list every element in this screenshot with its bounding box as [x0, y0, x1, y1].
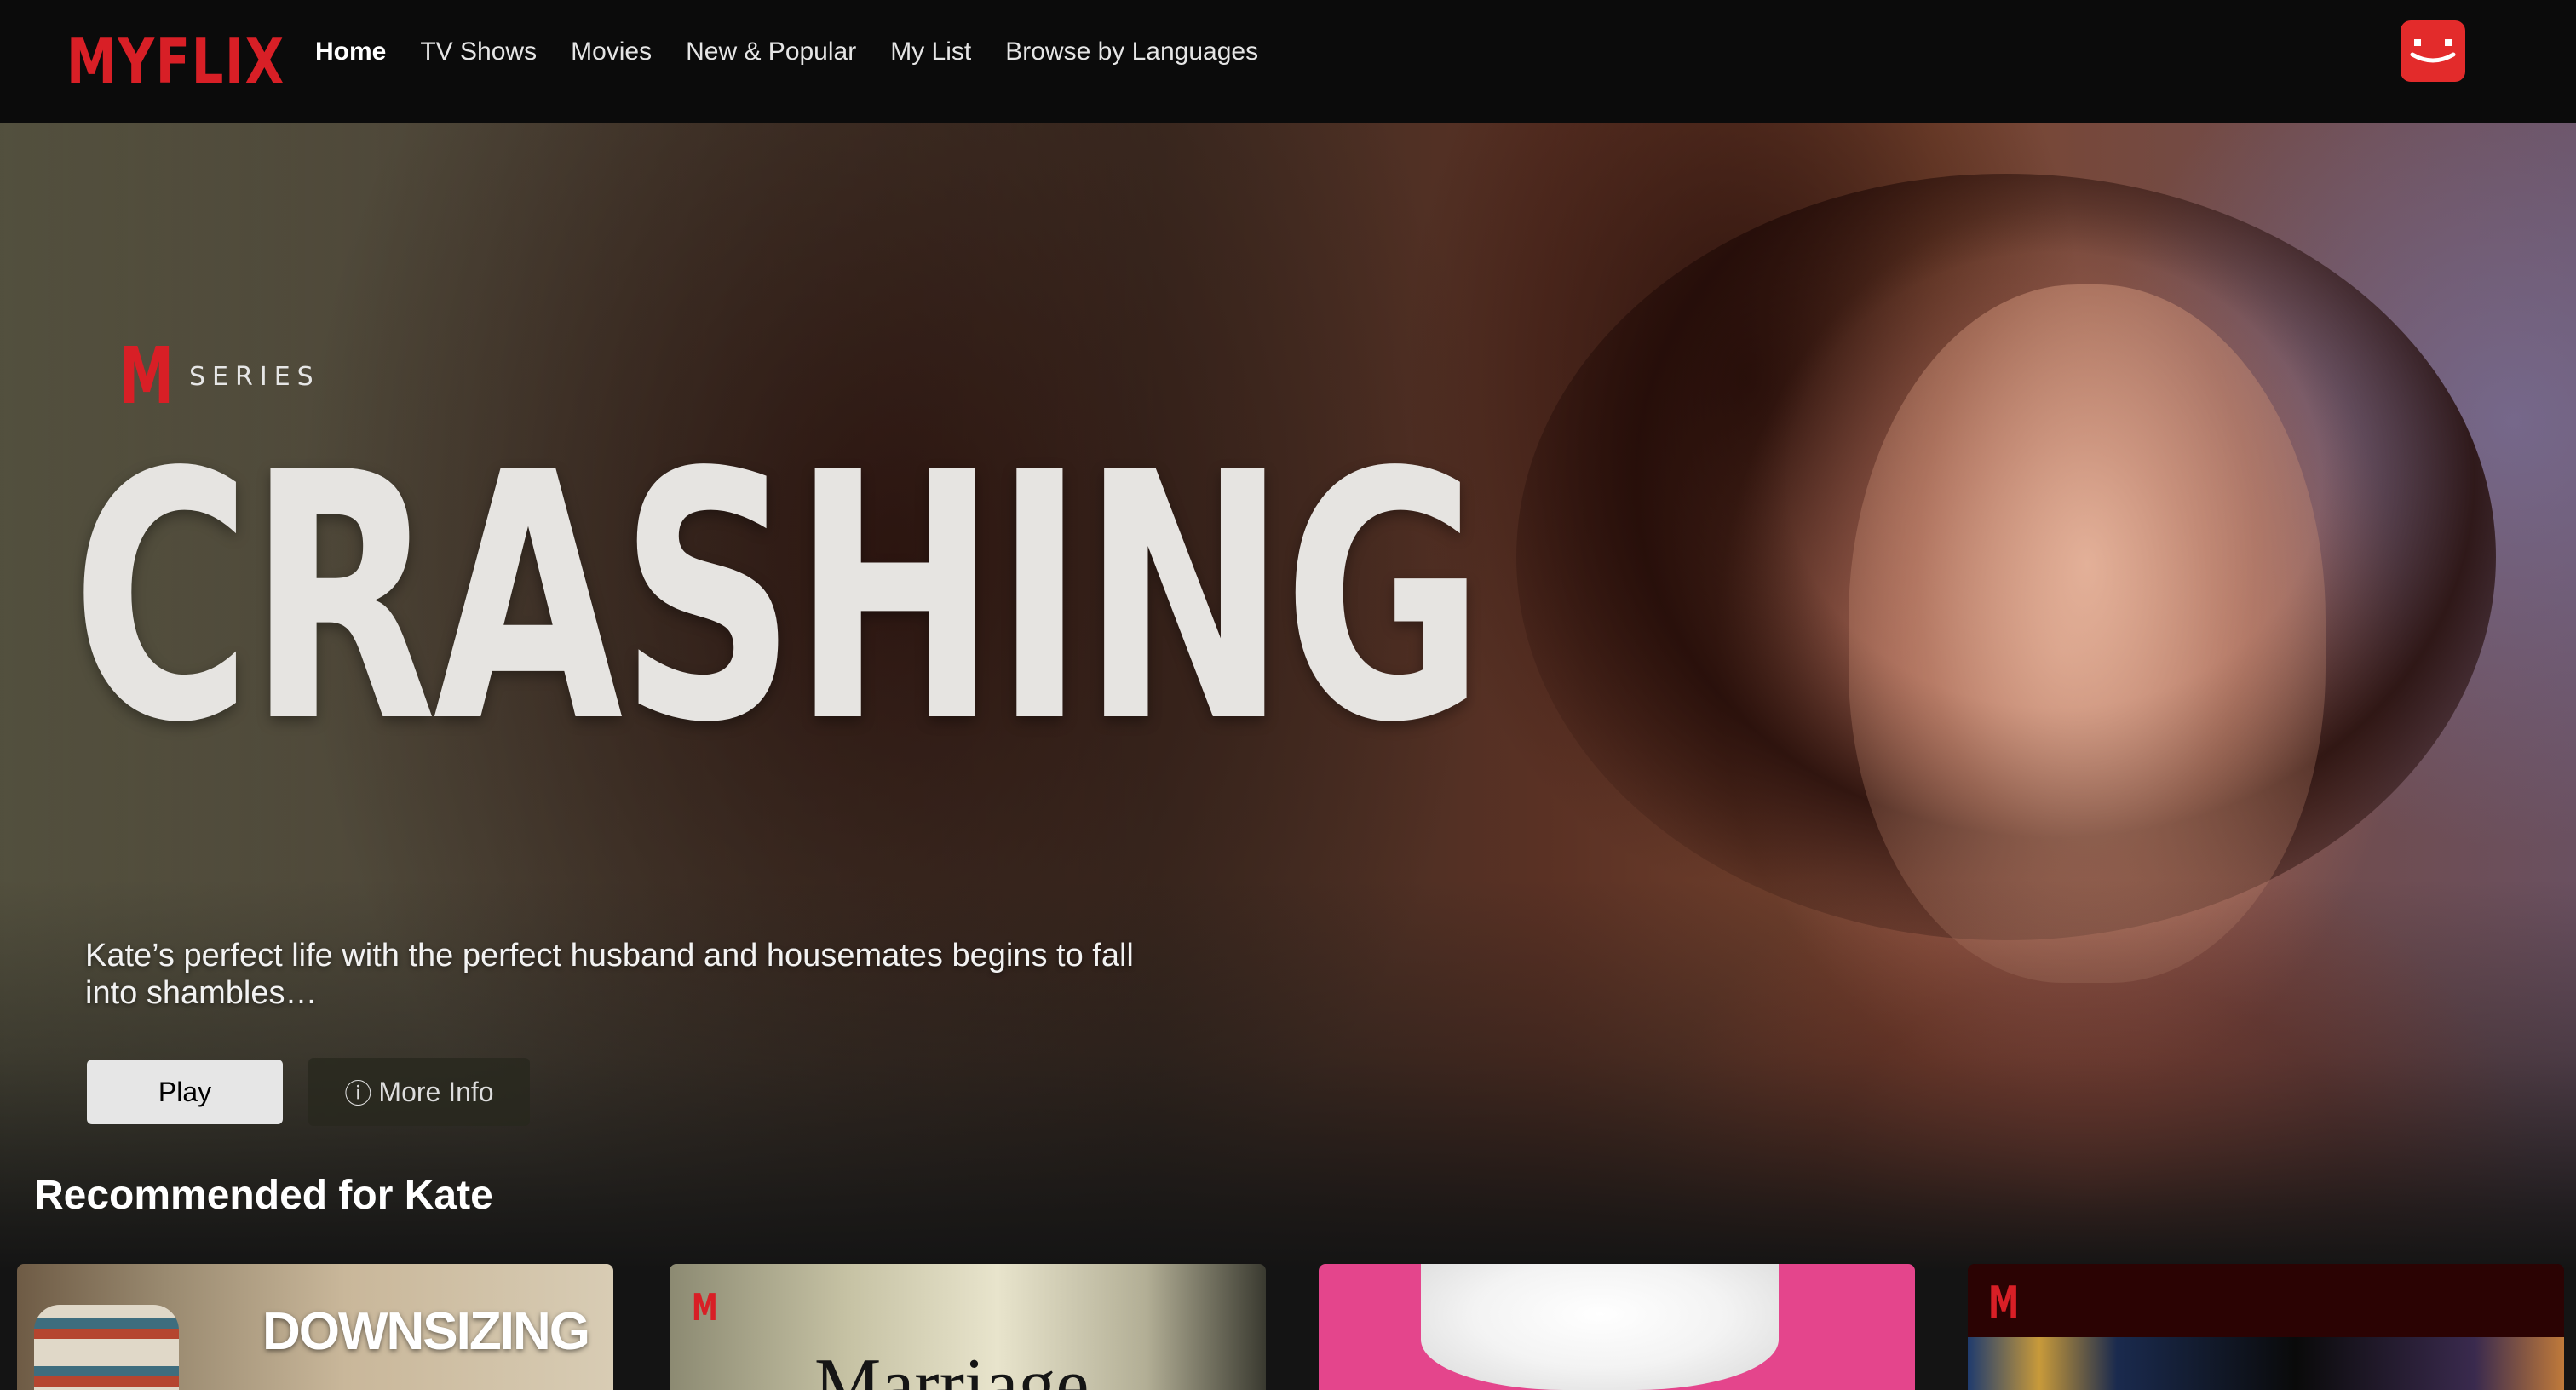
card-artwork — [1968, 1337, 2564, 1390]
card-artwork — [1421, 1264, 1779, 1390]
nav-new-popular[interactable]: New & Popular — [686, 37, 856, 66]
hero-title: CRASHING — [72, 401, 1485, 797]
nav-home[interactable]: Home — [315, 37, 386, 66]
hero-description: Kate’s perfect life with the perfect hus… — [85, 938, 1134, 1011]
myflix-logo[interactable]: MYFLIX — [66, 26, 285, 97]
info-icon: ⓘ — [344, 1078, 372, 1109]
nav-browse-languages[interactable]: Browse by Languages — [1005, 37, 1258, 66]
more-info-label: More Info — [378, 1076, 494, 1107]
series-label: SERIES — [189, 361, 320, 392]
row-title: Recommended for Kate — [34, 1173, 493, 1218]
card-header-band — [1968, 1264, 2564, 1337]
m-logo-icon: M — [692, 1286, 718, 1330]
profile-avatar[interactable] — [2401, 20, 2465, 82]
title-card[interactable]: M — [1968, 1264, 2564, 1390]
title-card[interactable]: DOWNSIZING — [17, 1264, 613, 1390]
nav-links: Home TV Shows Movies New & Popular My Li… — [315, 37, 1292, 66]
play-button[interactable]: Play — [87, 1060, 283, 1124]
nav-my-list[interactable]: My List — [890, 37, 971, 66]
hero-image-face — [1849, 284, 2326, 983]
title-card[interactable] — [1319, 1264, 1915, 1390]
m-logo-icon: M — [1988, 1278, 2020, 1329]
hero-banner: M SERIES CRASHING Kate’s perfect life wi… — [0, 123, 2576, 1271]
title-card[interactable]: M Marriage — [670, 1264, 1266, 1390]
card-artwork — [34, 1305, 179, 1390]
card-title: DOWNSIZING — [262, 1302, 590, 1361]
recommended-row: DOWNSIZING M Marriage M — [0, 1264, 2576, 1390]
more-info-button[interactable]: ⓘ More Info — [308, 1058, 530, 1126]
top-navbar: MYFLIX Home TV Shows Movies New & Popula… — [0, 0, 2576, 123]
nav-movies[interactable]: Movies — [571, 37, 652, 66]
card-title: Marriage — [814, 1344, 1090, 1390]
smiley-avatar-icon — [2410, 39, 2456, 63]
nav-tv-shows[interactable]: TV Shows — [420, 37, 537, 66]
